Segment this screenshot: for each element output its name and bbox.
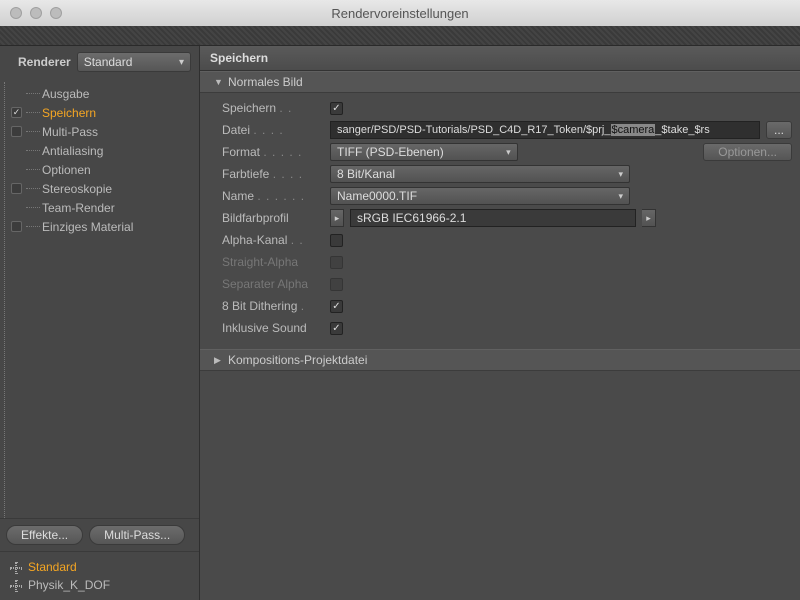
sidebar-checkbox[interactable] xyxy=(11,183,22,194)
separate-alpha-label: Separater Alpha xyxy=(222,277,330,291)
sidebar-checkbox[interactable] xyxy=(11,221,22,232)
straight-alpha-checkbox xyxy=(330,256,343,269)
minimize-icon[interactable] xyxy=(30,7,42,19)
nav-list: Ausgabe ✓ Speichern Multi-Pass Antialiasing O… xyxy=(4,82,199,518)
depth-label: Farbtiefe . . . . xyxy=(222,167,330,181)
renderer-value: Standard xyxy=(84,55,133,69)
colorprofile-label: Bildfarbprofil xyxy=(222,211,330,225)
format-select[interactable]: TIFF (PSD-Ebenen) xyxy=(330,143,518,161)
sound-label: Inklusive Sound xyxy=(222,321,330,335)
dither-label: 8 Bit Dithering . xyxy=(222,299,330,313)
sidebar-item-label: Einziges Material xyxy=(42,220,133,234)
renderer-select[interactable]: Standard xyxy=(77,52,191,72)
section-label: Normales Bild xyxy=(228,75,303,89)
close-icon[interactable] xyxy=(10,7,22,19)
dither-checkbox[interactable]: ✓ xyxy=(330,300,343,313)
preset-physik_k_dof[interactable]: Physik_K_DOF xyxy=(4,576,195,594)
sidebar-item-einziges material[interactable]: Einziges Material xyxy=(5,217,199,236)
sidebar: Renderer Standard Ausgabe ✓ Speichern Multi… xyxy=(0,46,200,600)
presets-list: Standard Physik_K_DOF xyxy=(0,552,199,600)
format-options-button[interactable]: Optionen... xyxy=(703,143,792,161)
chevron-right-icon: ▶ xyxy=(214,355,224,366)
alpha-label: Alpha-Kanal . . xyxy=(222,233,330,247)
sidebar-item-label: Optionen xyxy=(42,163,91,177)
settings-panel: Speichern ▼ Normales Bild Speichern . . … xyxy=(200,46,800,600)
save-checkbox[interactable]: ✓ xyxy=(330,102,343,115)
toolbar-hatch xyxy=(0,26,800,46)
sidebar-item-label: Team-Render xyxy=(42,201,115,215)
preset-standard[interactable]: Standard xyxy=(4,558,195,576)
colorprofile-picker-button[interactable]: ▸ xyxy=(642,209,656,227)
sidebar-item-label: Multi-Pass xyxy=(42,125,98,139)
colorprofile-arrow-icon[interactable]: ▸ xyxy=(330,209,344,227)
colorprofile-field[interactable]: sRGB IEC61966-2.1 xyxy=(350,209,636,227)
sidebar-item-label: Antialiasing xyxy=(42,144,103,158)
sidebar-item-antialiasing[interactable]: Antialiasing xyxy=(5,141,199,160)
sidebar-item-speichern[interactable]: ✓ Speichern xyxy=(5,103,199,122)
titlebar: Rendervoreinstellungen xyxy=(0,0,800,26)
sidebar-item-label: Speichern xyxy=(42,106,96,120)
multipass-button[interactable]: Multi-Pass... xyxy=(89,525,185,545)
sidebar-checkbox[interactable] xyxy=(11,126,22,137)
straight-alpha-label: Straight-Alpha xyxy=(222,255,330,269)
sidebar-item-multi-pass[interactable]: Multi-Pass xyxy=(5,122,199,141)
name-select[interactable]: Name0000.TIF xyxy=(330,187,630,205)
file-browse-button[interactable]: ... xyxy=(766,121,792,139)
file-path-input[interactable]: sanger/PSD/PSD-Tutorials/PSD_C4D_R17_Tok… xyxy=(330,121,760,139)
sidebar-item-optionen[interactable]: Optionen xyxy=(5,160,199,179)
name-label: Name . . . . . . xyxy=(222,189,330,203)
sidebar-item-label: Stereoskopie xyxy=(42,182,112,196)
alpha-checkbox[interactable] xyxy=(330,234,343,247)
section-composition-project[interactable]: ▶ Kompositions-Projektdatei xyxy=(200,349,800,371)
file-label: Datei . . . . xyxy=(222,123,330,137)
effects-button[interactable]: Effekte... xyxy=(6,525,83,545)
sidebar-item-label: Ausgabe xyxy=(42,87,89,101)
sidebar-item-team-render[interactable]: Team-Render xyxy=(5,198,199,217)
file-path-selection: $camera xyxy=(611,124,656,136)
panel-title: Speichern xyxy=(200,46,800,71)
depth-select[interactable]: 8 Bit/Kanal xyxy=(330,165,630,183)
traffic-lights xyxy=(0,7,62,19)
chevron-down-icon: ▼ xyxy=(214,77,224,87)
save-label: Speichern . . xyxy=(222,101,330,115)
separate-alpha-checkbox xyxy=(330,278,343,291)
format-label: Format . . . . . xyxy=(222,145,330,159)
zoom-icon[interactable] xyxy=(50,7,62,19)
sound-checkbox[interactable]: ✓ xyxy=(330,322,343,335)
sidebar-checkbox[interactable]: ✓ xyxy=(11,107,22,118)
section-normal-image[interactable]: ▼ Normales Bild xyxy=(200,71,800,93)
preset-label: Standard xyxy=(28,560,77,574)
window-title: Rendervoreinstellungen xyxy=(0,6,800,21)
sidebar-item-ausgabe[interactable]: Ausgabe xyxy=(5,84,199,103)
preset-icon xyxy=(8,560,22,574)
section-label: Kompositions-Projektdatei xyxy=(228,353,367,367)
sidebar-item-stereoskopie[interactable]: Stereoskopie xyxy=(5,179,199,198)
renderer-label: Renderer xyxy=(18,55,71,69)
preset-icon xyxy=(8,578,22,592)
preset-label: Physik_K_DOF xyxy=(28,578,110,592)
